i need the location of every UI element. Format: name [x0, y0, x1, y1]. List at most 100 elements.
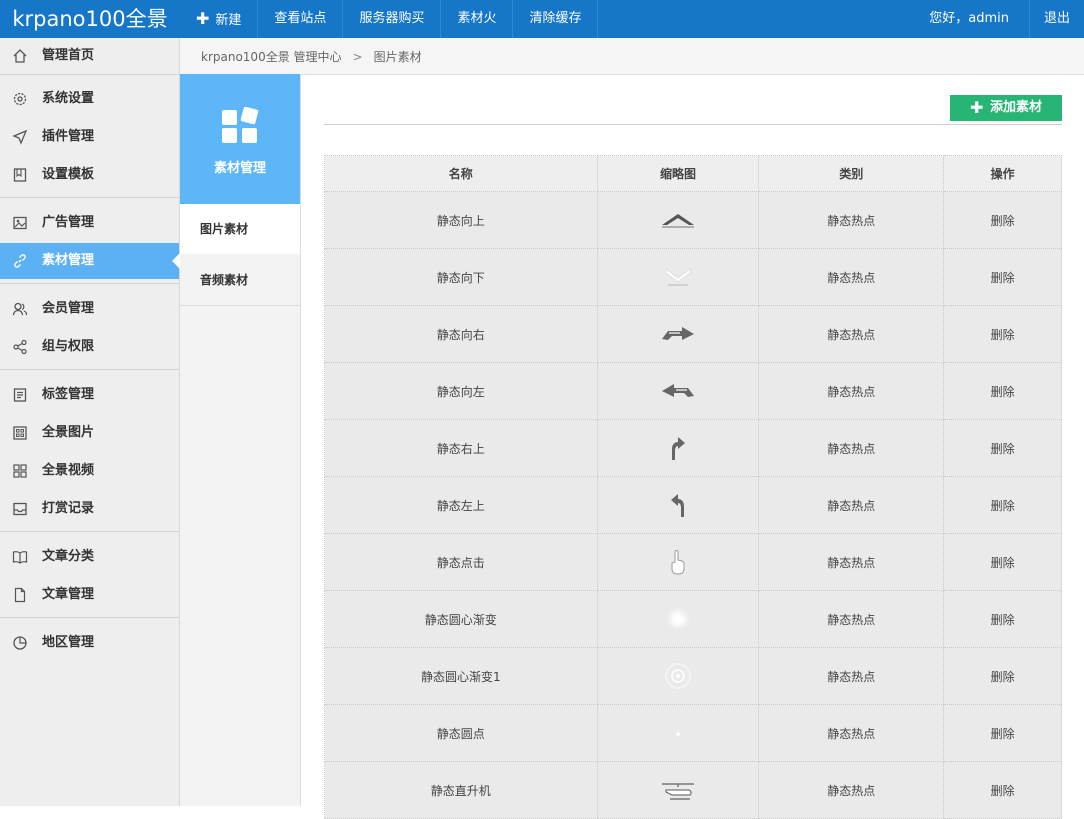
cell-name: 静态圆心渐变1 [324, 647, 598, 705]
sidebar-item-tags[interactable]: 标签管理 [0, 377, 179, 413]
top-bar: krpano100全景 ✚ 新建 查看站点 服务器购买 素材火 清除缓存 您好，a… [0, 0, 1084, 38]
sidebar-item-groups[interactable]: 组与权限 [0, 329, 179, 365]
arrow-left-icon [662, 384, 694, 397]
table-row: 静态向下 静态热点 删除 [324, 248, 1062, 306]
share-icon [13, 339, 27, 355]
send-icon [12, 129, 28, 145]
table-row: 静态左上 静态热点 删除 [324, 476, 1062, 534]
cell-type: 静态热点 [758, 248, 945, 306]
arrow-up-icon [662, 214, 694, 228]
column-header-thumbnail: 缩略图 [596, 155, 760, 192]
plus-icon: ✚ [196, 9, 210, 28]
table-row: 静态圆心渐变 静态热点 删除 [324, 590, 1062, 648]
open-book-icon [12, 551, 28, 564]
cell-type: 静态热点 [758, 305, 945, 363]
apps-icon [13, 464, 27, 478]
cell-thumbnail [596, 419, 760, 477]
tab-audio-materials[interactable]: 音频素材 [180, 255, 300, 306]
breadcrumb-root[interactable]: krpano100全景 管理中心 [201, 50, 342, 64]
breadcrumb-current: 图片素材 [373, 50, 422, 64]
sidebar-item-regions[interactable]: 地区管理 [0, 625, 179, 661]
sidebar-item-home[interactable]: 管理首页 [0, 38, 179, 74]
cell-thumbnail [596, 647, 760, 705]
sidebar-item-system-settings[interactable]: 系统设置 [0, 81, 179, 117]
tab-label: 音频素材 [200, 273, 249, 287]
cell-name: 静态向上 [324, 191, 598, 249]
app-logo[interactable]: krpano100全景 [0, 0, 180, 38]
column-header-name: 名称 [324, 155, 598, 192]
cell-type: 静态热点 [758, 362, 945, 420]
sidebar-item-articles[interactable]: 文章管理 [0, 577, 179, 613]
delete-link[interactable]: 删除 [943, 761, 1062, 819]
sidebar-divider [0, 283, 179, 284]
cell-type: 静态热点 [758, 704, 945, 762]
breadcrumb-separator: > [352, 50, 363, 64]
cell-thumbnail [596, 590, 760, 648]
cell-type: 静态热点 [758, 761, 945, 819]
delete-link[interactable]: 删除 [943, 191, 1062, 249]
sidebar-item-ads[interactable]: 广告管理 [0, 205, 179, 241]
cell-type: 静态热点 [758, 476, 945, 534]
sidebar-item-label: 设置模板 [42, 167, 95, 182]
sidebar-item-article-categories[interactable]: 文章分类 [0, 539, 179, 575]
cell-name: 静态直升机 [324, 761, 598, 819]
sidebar-item-pano-videos[interactable]: 全景视频 [0, 453, 179, 489]
sidebar-item-label: 文章分类 [42, 549, 95, 564]
arrow-down-icon [665, 268, 691, 286]
table-row: 静态向右 静态热点 删除 [324, 305, 1062, 363]
material-fire-link[interactable]: 素材火 [441, 0, 514, 38]
cell-thumbnail [596, 704, 760, 762]
delete-link[interactable]: 删除 [943, 476, 1062, 534]
list-icon [13, 388, 27, 402]
submenu-header: 素材管理 [180, 74, 300, 204]
cell-name: 静态右上 [324, 419, 598, 477]
sidebar-item-members[interactable]: 会员管理 [0, 291, 179, 327]
clear-cache-link[interactable]: 清除缓存 [513, 0, 599, 38]
sidebar-item-rewards[interactable]: 打赏记录 [0, 491, 179, 527]
table-row: 静态向上 静态热点 删除 [324, 191, 1062, 249]
materials-table: 名称 缩略图 类别 操作 静态向上 静态热点 删除 静态向下 静态热点 删除 静… [324, 155, 1062, 819]
server-purchase-link[interactable]: 服务器购买 [343, 0, 442, 38]
sidebar-item-pano-images[interactable]: 全景图片 [0, 415, 179, 451]
radial-glow-icon [664, 605, 692, 633]
delete-link[interactable]: 删除 [943, 305, 1062, 363]
sidebar-item-label: 系统设置 [42, 91, 95, 106]
sidebar-item-label: 打赏记录 [42, 501, 95, 516]
sidebar-item-templates[interactable]: 设置模板 [0, 157, 179, 193]
breadcrumb: krpano100全景 管理中心 > 图片素材 [201, 38, 422, 76]
sidebar-item-materials[interactable]: 素材管理 [0, 243, 180, 279]
view-site-link[interactable]: 查看站点 [258, 0, 344, 38]
sidebar-divider [0, 197, 179, 198]
sidebar-item-plugins[interactable]: 插件管理 [0, 119, 179, 155]
gear-icon [13, 92, 27, 106]
cell-thumbnail [596, 533, 760, 591]
arrow-right-icon [662, 327, 694, 340]
logout-link[interactable]: 退出 [1028, 0, 1084, 38]
new-label: 新建 [215, 13, 242, 28]
delete-link[interactable]: 删除 [943, 248, 1062, 306]
top-nav: ✚ 新建 查看站点 服务器购买 素材火 清除缓存 [180, 0, 599, 38]
delete-link[interactable]: 删除 [943, 590, 1062, 648]
tab-image-materials[interactable]: 图片素材 [180, 204, 300, 254]
sidebar-divider [0, 531, 179, 532]
link-icon [14, 254, 26, 268]
cell-type: 静态热点 [758, 419, 945, 477]
delete-link[interactable]: 删除 [943, 419, 1062, 477]
add-material-button[interactable]: ✚ 添加素材 [950, 95, 1062, 121]
hand-pointer-icon [671, 550, 685, 575]
sidebar-divider [0, 617, 179, 618]
delete-link[interactable]: 删除 [943, 704, 1062, 762]
plus-icon: ✚ [970, 98, 984, 117]
delete-link[interactable]: 删除 [943, 362, 1062, 420]
file-icon [14, 587, 26, 603]
delete-link[interactable]: 删除 [943, 533, 1062, 591]
cell-name: 静态左上 [324, 476, 598, 534]
sidebar-item-label: 素材管理 [42, 253, 95, 268]
sidebar-item-label: 地区管理 [42, 635, 95, 650]
cell-name: 静态向左 [324, 362, 598, 420]
column-header-action: 操作 [943, 155, 1062, 192]
ring-glow-icon [665, 663, 691, 689]
delete-link[interactable]: 删除 [943, 647, 1062, 705]
table-row: 静态直升机 静态热点 删除 [324, 761, 1062, 819]
new-button[interactable]: ✚ 新建 [180, 0, 259, 38]
